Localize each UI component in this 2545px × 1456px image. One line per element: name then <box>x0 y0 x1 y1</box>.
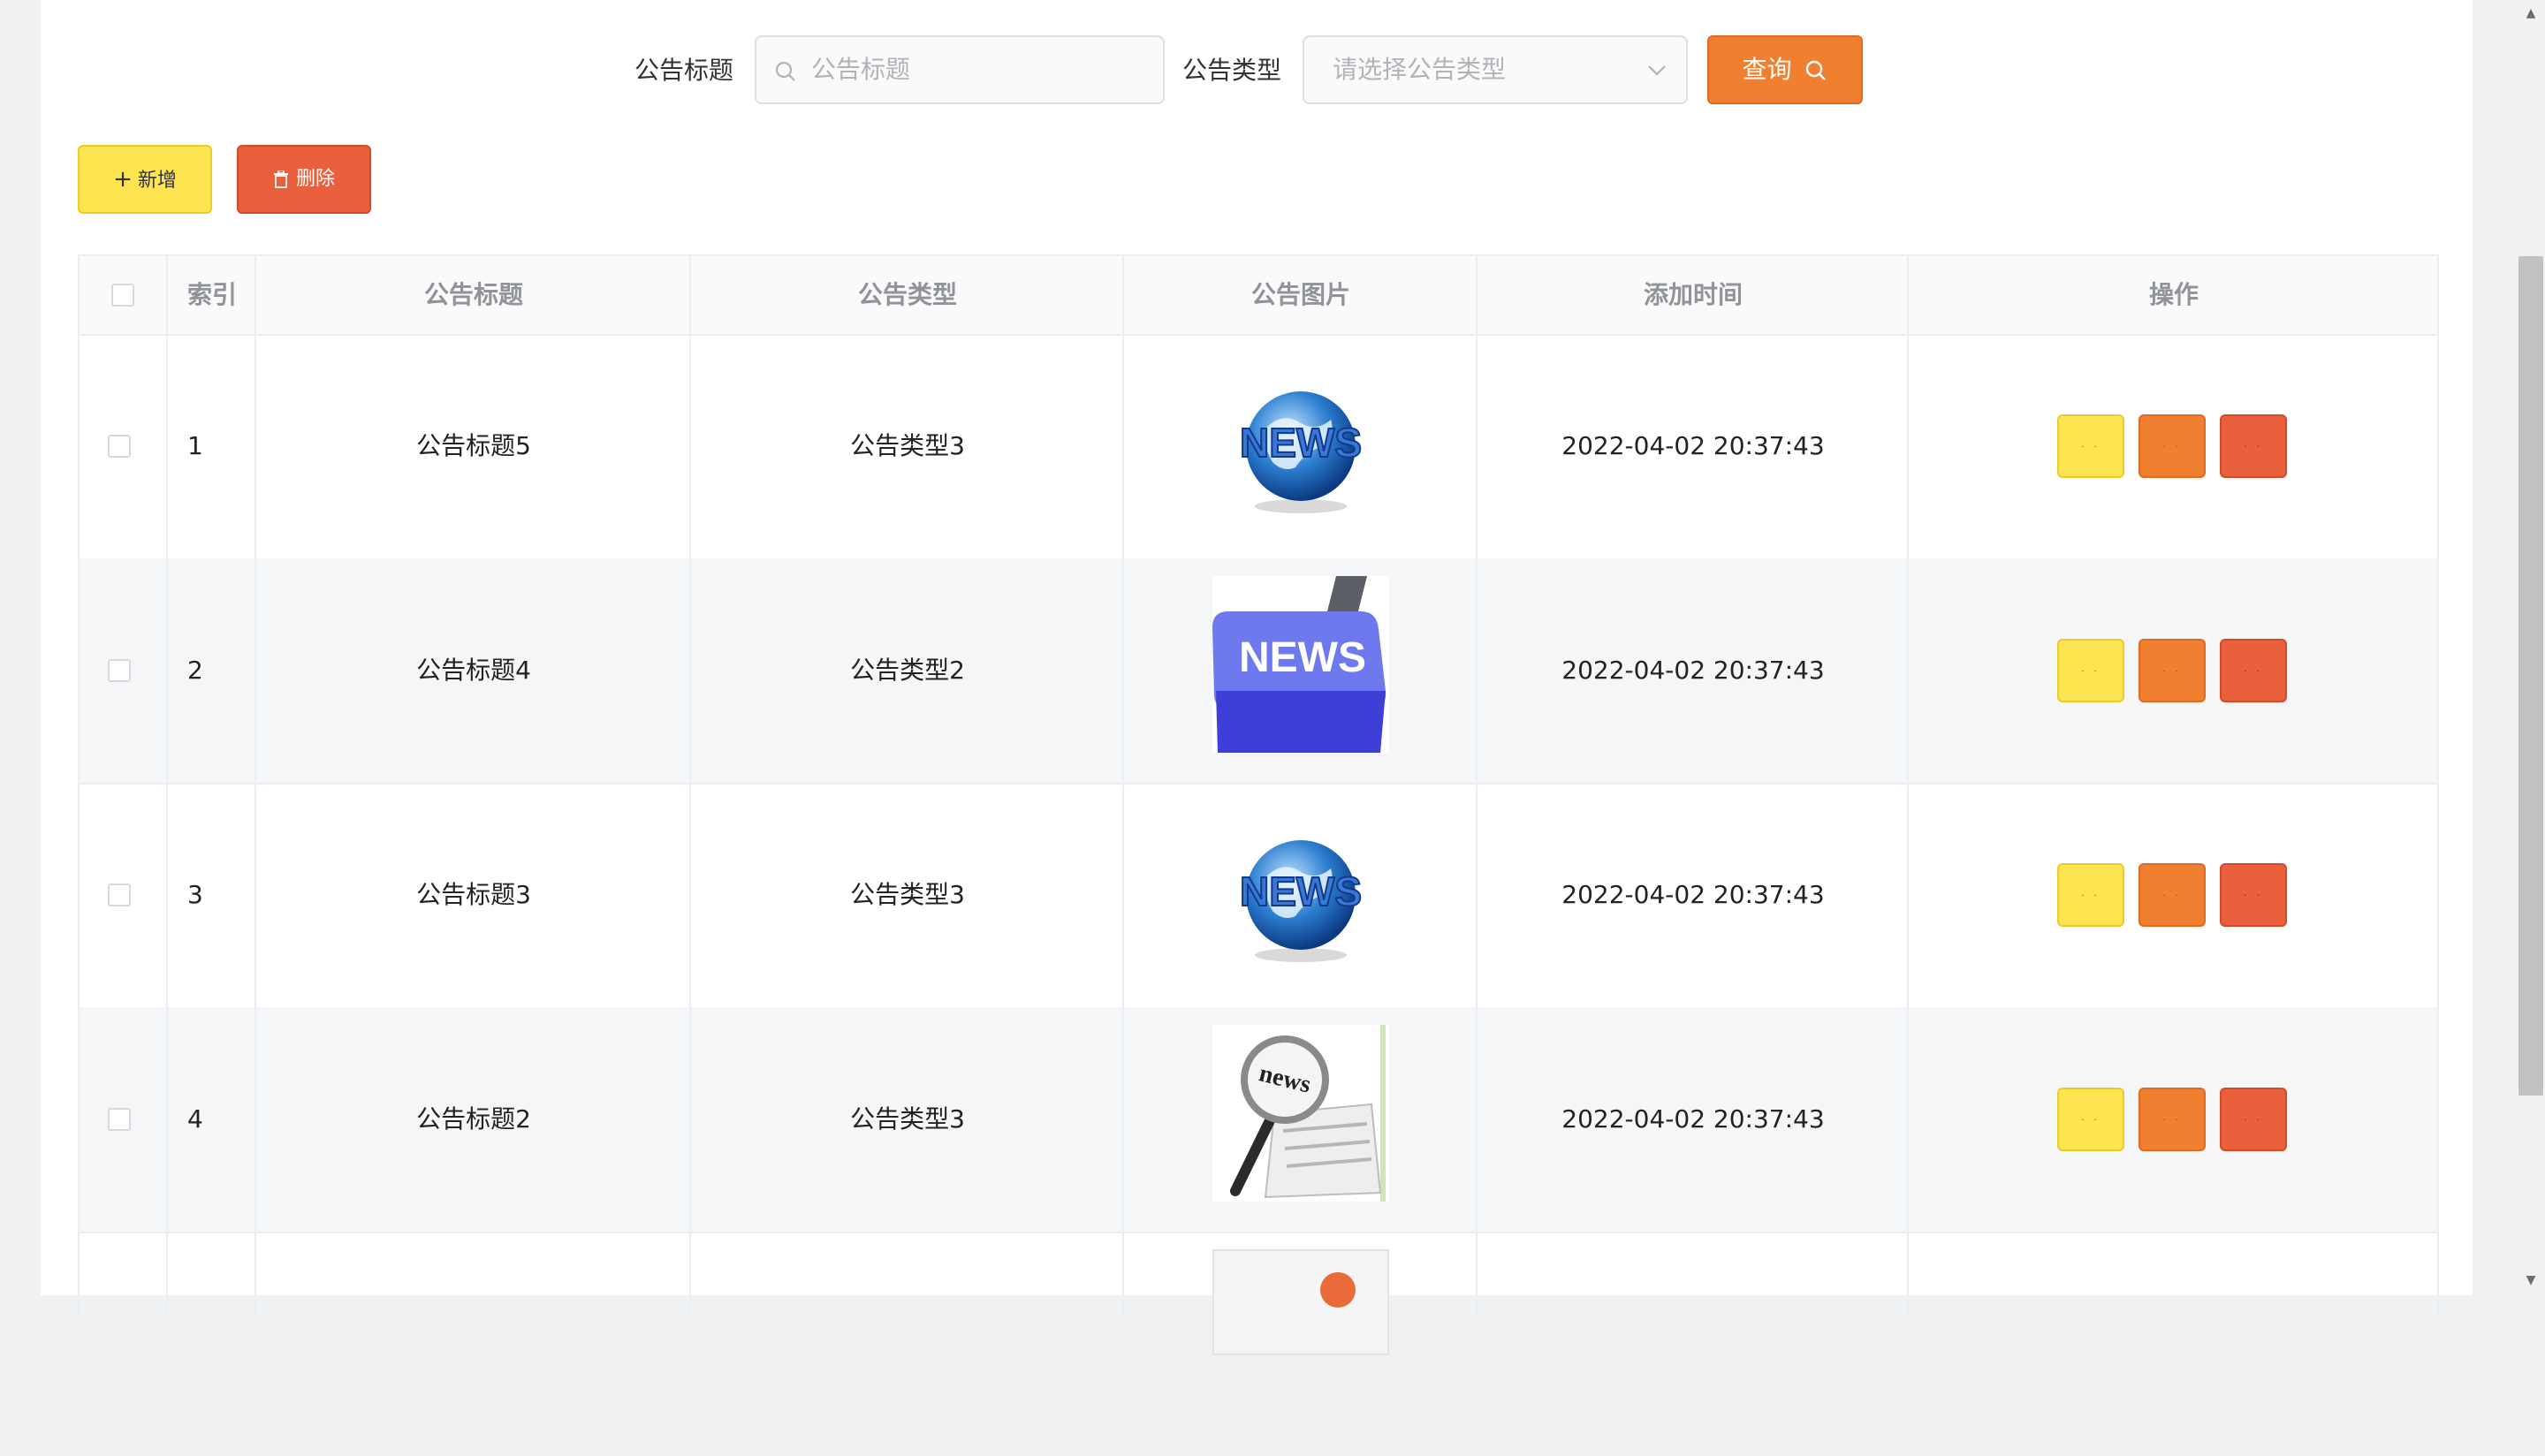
scroll-up-arrow-icon[interactable]: ▲ <box>2521 4 2541 23</box>
search-icon <box>775 61 795 81</box>
delete-button[interactable]: 删除 <box>237 145 371 214</box>
scroll-down-arrow-icon[interactable]: ▼ <box>2521 1270 2541 1290</box>
column-divider <box>256 256 691 1316</box>
type-select[interactable]: 请选择公告类型 <box>1303 35 1688 104</box>
column-divider <box>691 256 1124 1316</box>
type-filter-label: 公告类型 <box>1182 56 1282 85</box>
scrollbar-thumb[interactable] <box>2518 256 2543 1096</box>
query-button[interactable]: 查询 <box>1707 35 1863 104</box>
column-divider <box>1909 256 2439 1316</box>
column-divider <box>1124 256 1478 1316</box>
announcement-table: 索引 公告标题 公告类型 公告图片 添加时间 操作 1 公告标题5 公告类型3 … <box>78 254 2439 1355</box>
delete-button-label: 删除 <box>295 168 335 190</box>
add-button[interactable]: + 新增 <box>78 145 212 214</box>
title-search-input[interactable]: 公告标题 <box>755 35 1165 104</box>
column-divider <box>168 256 256 1316</box>
query-button-label: 查询 <box>1742 55 1792 84</box>
type-select-placeholder: 请选择公告类型 <box>1333 55 1507 84</box>
column-divider <box>1478 256 1909 1316</box>
add-button-label: 新增 <box>137 170 177 192</box>
search-icon <box>1806 60 1827 80</box>
chevron-down-icon <box>1648 65 1666 76</box>
title-search-placeholder: 公告标题 <box>811 55 911 84</box>
plus-icon: + <box>113 166 133 193</box>
title-filter-label: 公告标题 <box>634 56 734 85</box>
column-divider <box>80 256 168 1316</box>
trash-icon <box>273 170 288 188</box>
